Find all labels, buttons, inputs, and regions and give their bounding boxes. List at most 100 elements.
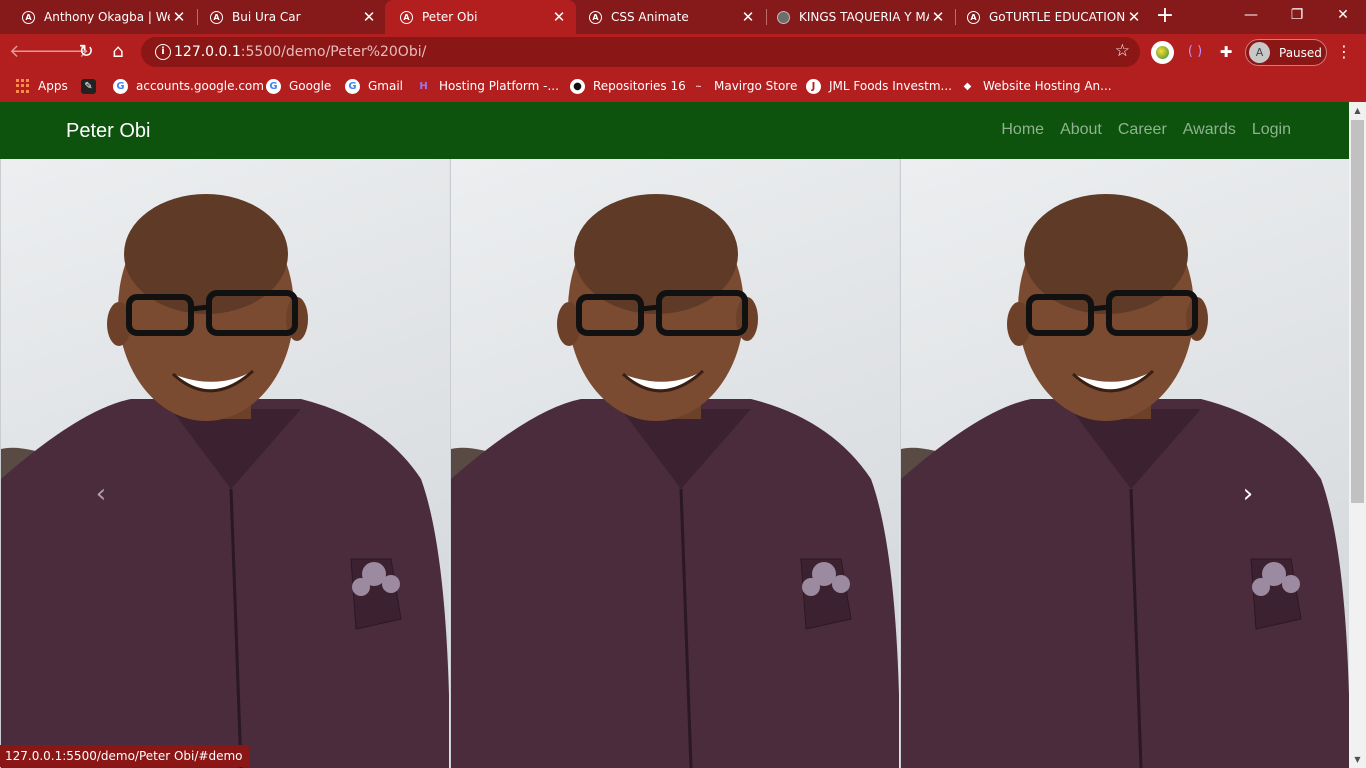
globe-icon	[777, 10, 790, 24]
tab-title: Bui Ura Car	[232, 10, 301, 24]
bookmark-tool[interactable]: ✎	[81, 77, 104, 95]
app-icon: A	[967, 10, 980, 24]
scroll-thumb[interactable]	[1351, 120, 1364, 503]
google-icon: G	[266, 78, 281, 94]
extension-icon[interactable]	[1151, 41, 1174, 64]
bookmark-repositories[interactable]: ● Repositories 16	[570, 77, 686, 95]
minimize-button[interactable]: —	[1228, 0, 1274, 30]
tab-css-animate[interactable]: A CSS Animate ✕	[575, 0, 765, 34]
carousel-prev-icon[interactable]: ‹	[89, 479, 113, 509]
bookmark-mavirgo[interactable]: ~ Mavirgo Store	[691, 77, 797, 95]
bookmark-label: Hosting Platform -...	[439, 79, 559, 93]
url-host: 127.0.0.1	[174, 44, 241, 60]
tab-anthony-okagba[interactable]: A Anthony Okagba | Web ✕	[0, 0, 196, 34]
bookmark-apps[interactable]: Apps	[15, 77, 68, 95]
tab-title: CSS Animate	[611, 10, 689, 24]
status-bar-url: 127.0.0.1:5500/demo/Peter Obi/#demo	[0, 745, 249, 767]
bookmark-accounts-google[interactable]: G accounts.google.com	[113, 77, 264, 95]
portrait-carousel: ‹ ›	[0, 159, 1349, 768]
tab-title: Anthony Okagba | Web	[44, 10, 170, 24]
close-icon[interactable]: ✕	[360, 8, 378, 26]
github-icon: ●	[570, 78, 585, 94]
scroll-up-icon[interactable]: ▲	[1349, 102, 1366, 119]
home-button[interactable]: ⌂	[105, 39, 131, 65]
tab-bui-ura-car[interactable]: A Bui Ura Car ✕	[188, 0, 386, 34]
site-navbar: Peter Obi Home About Career Awards Login	[0, 102, 1349, 159]
bookmark-label: JML Foods Investm...	[829, 79, 952, 93]
new-tab-button[interactable]: +	[1153, 4, 1177, 28]
portrait-image	[901, 194, 1349, 768]
tab-title: Peter Obi	[422, 10, 478, 24]
tool-icon: ✎	[81, 78, 96, 94]
portrait-image	[451, 194, 899, 768]
restore-button[interactable]: ❐	[1274, 0, 1320, 30]
bookmark-label: Apps	[38, 79, 68, 93]
google-icon: G	[113, 78, 128, 94]
tab-strip: A Anthony Okagba | Web ✕ A Bui Ura Car ✕…	[0, 0, 1366, 34]
portrait-image	[1, 194, 449, 768]
carousel-slide	[900, 159, 1349, 768]
apps-grid-icon	[15, 78, 30, 94]
app-icon: A	[210, 10, 223, 24]
close-icon[interactable]: ✕	[739, 8, 757, 26]
carousel-slide	[450, 159, 899, 768]
bookmark-label: Repositories 16	[593, 79, 686, 93]
scroll-down-icon[interactable]: ▼	[1349, 751, 1366, 768]
bookmark-label: Mavirgo Store	[714, 79, 798, 93]
bookmark-label: Website Hosting An...	[983, 79, 1112, 93]
address-bar[interactable]: i 127.0.0.1:5500/demo/Peter%20Obi/ ☆	[141, 37, 1140, 67]
avatar: A	[1249, 42, 1270, 63]
close-icon[interactable]: ✕	[1125, 8, 1143, 26]
carousel-slide	[0, 159, 449, 768]
forward-button[interactable]: 🡒	[41, 39, 89, 65]
tab-goturtle[interactable]: A GoTURTLE EDUCATION ✕	[955, 0, 1143, 34]
tab-kings-taqueria[interactable]: KINGS TAQUERIA Y MA ✕	[765, 0, 955, 34]
back-button[interactable]: 🡐	[9, 39, 57, 65]
close-icon[interactable]: ✕	[170, 8, 188, 26]
bookmark-label: accounts.google.com	[136, 79, 264, 93]
mavirgo-icon: ~	[695, 81, 702, 91]
nav-login-link[interactable]: Login	[1252, 121, 1291, 139]
app-icon: A	[22, 10, 35, 24]
bookmark-gmail[interactable]: G Gmail	[345, 77, 403, 95]
app-icon: A	[589, 10, 602, 24]
site-menu: Home About Career Awards Login	[1001, 121, 1291, 139]
profile-button[interactable]: A Paused	[1245, 39, 1327, 66]
info-icon[interactable]: i	[155, 44, 171, 60]
extension-brackets-icon[interactable]: ( )	[1184, 42, 1206, 64]
tab-peter-obi[interactable]: A Peter Obi ✕	[385, 0, 576, 34]
tab-title: GoTURTLE EDUCATION	[989, 10, 1125, 24]
browser-toolbar: 🡐 🡒 ↻ ⌂ i 127.0.0.1:5500/demo/Peter%20Ob…	[0, 34, 1366, 70]
close-window-button[interactable]: ✕	[1320, 0, 1366, 30]
bookmark-hosting-platform[interactable]: H Hosting Platform -...	[416, 77, 559, 95]
bookmarks-bar: Apps ✎ G accounts.google.com G Google G …	[0, 70, 1366, 102]
close-icon[interactable]: ✕	[929, 8, 947, 26]
jml-icon: J	[806, 78, 821, 94]
hosting-icon: H	[419, 80, 428, 92]
nav-awards-link[interactable]: Awards	[1183, 121, 1236, 139]
reload-button[interactable]: ↻	[73, 39, 99, 65]
tab-title: KINGS TAQUERIA Y MA	[799, 10, 929, 24]
bookmark-google[interactable]: G Google	[266, 77, 331, 95]
bookmark-jml-foods[interactable]: J JML Foods Investm...	[806, 77, 952, 95]
url-path: :5500/demo/Peter%20Obi/	[240, 44, 427, 60]
nav-career-link[interactable]: Career	[1118, 121, 1167, 139]
webhost-icon: ◆	[963, 80, 972, 92]
carousel-next-icon[interactable]: ›	[1236, 479, 1260, 509]
bookmark-label: Google	[289, 79, 332, 93]
page-viewport: Peter Obi Home About Career Awards Login	[0, 102, 1366, 768]
google-icon: G	[345, 78, 360, 94]
close-icon[interactable]: ✕	[550, 8, 568, 26]
bookmark-website-hosting[interactable]: ◆ Website Hosting An...	[960, 77, 1112, 95]
nav-home-link[interactable]: Home	[1001, 121, 1044, 139]
nav-about-link[interactable]: About	[1060, 121, 1102, 139]
menu-kebab-icon[interactable]: ⋮	[1336, 42, 1352, 61]
app-icon: A	[400, 10, 413, 24]
site-brand[interactable]: Peter Obi	[66, 120, 150, 143]
bookmark-star-icon[interactable]: ☆	[1115, 41, 1130, 61]
url-text[interactable]: 127.0.0.1:5500/demo/Peter%20Obi/	[174, 44, 426, 60]
profile-status: Paused	[1279, 46, 1322, 60]
puzzle-icon[interactable]: ✚	[1215, 42, 1237, 64]
bookmark-label: Gmail	[368, 79, 404, 93]
page-scrollbar[interactable]: ▲ ▼	[1349, 102, 1366, 768]
